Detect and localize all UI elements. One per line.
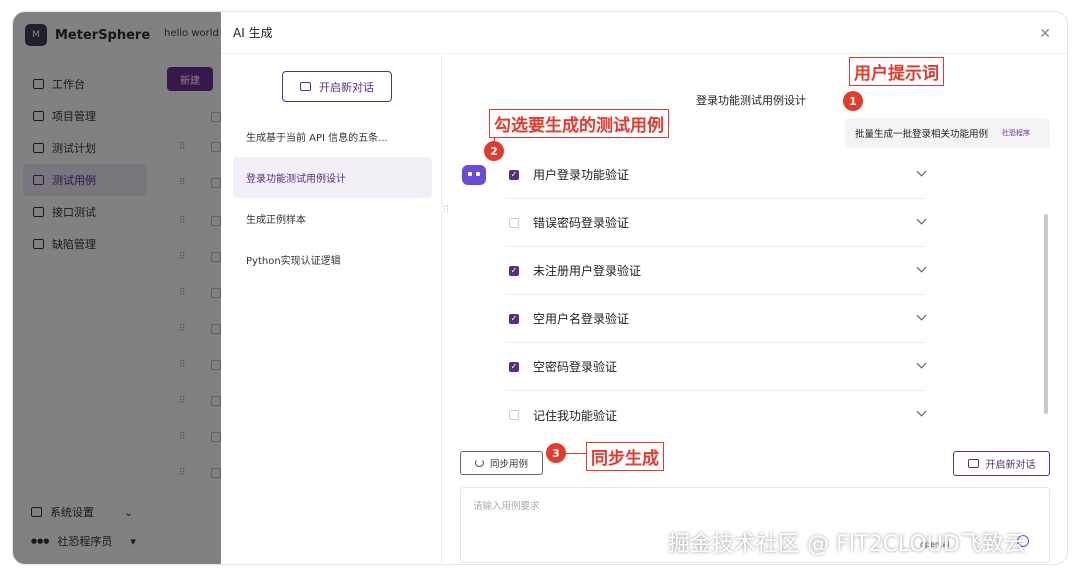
conversation-panel: 开启新对话 生成基于当前 API 信息的五条... 登录功能测试用例设计 生成正… xyxy=(221,54,442,564)
case-checkbox[interactable]: ✓ xyxy=(509,361,519,372)
user-prompt-text: 批量生成一批登录相关功能用例 xyxy=(855,129,989,140)
case-label: 空用户名登录验证 xyxy=(533,312,630,326)
chevron-down-icon[interactable] xyxy=(916,262,927,273)
case-label: 错误密码登录验证 xyxy=(533,216,630,230)
new-conversation-button[interactable]: 开启新对话 xyxy=(282,71,392,102)
case-item[interactable]: 错误密码登录验证 xyxy=(505,199,927,247)
sync-cases-label: 同步用例 xyxy=(489,459,528,470)
case-item[interactable]: ✓ 空密码登录验证 xyxy=(505,343,927,391)
sync-icon xyxy=(474,459,484,467)
case-item[interactable]: ✓ 空用户名登录验证 xyxy=(505,295,927,343)
annotation-leader-3 xyxy=(566,453,586,454)
chevron-down-icon[interactable] xyxy=(916,406,927,417)
case-label: 用户登录功能验证 xyxy=(533,168,630,182)
generated-case-list: ✓ 用户登录功能验证 错误密码登录验证 ✓ 未注册用户登录验证 ✓ 空用户名登录… xyxy=(505,151,927,439)
annotation-badge-2: 2 xyxy=(484,141,504,161)
sync-cases-button[interactable]: 同步用例 xyxy=(460,451,543,475)
annotation-badge-3: 3 xyxy=(546,443,566,463)
scrollbar[interactable] xyxy=(1044,214,1048,414)
case-item[interactable]: 记住我功能验证 xyxy=(505,391,927,439)
new-conversation-label: 开启新对话 xyxy=(985,460,1036,471)
screenshot-frame: M MeterSphere 工作台 项目管理 测试计划 测试用例 接口测试 缺陷… xyxy=(13,12,1067,564)
case-checkbox[interactable] xyxy=(509,410,519,420)
annotation-select-cases: 勾选要生成的测试用例 xyxy=(489,109,669,138)
conversation-list: 生成基于当前 API 信息的五条... 登录功能测试用例设计 生成正例样本 Py… xyxy=(233,116,432,280)
user-prompt-bubble: 批量生成一批登录相关功能用例 社恐程序 xyxy=(845,118,1050,148)
drawer-header: AI 生成 xyxy=(221,12,1067,54)
conversation-item-active[interactable]: 登录功能测试用例设计 xyxy=(233,157,432,198)
ai-bot-icon xyxy=(462,165,486,185)
close-icon[interactable]: ✕ xyxy=(1039,26,1051,42)
case-item[interactable]: ✓ 用户登录功能验证 xyxy=(505,151,927,199)
prompt-sender: 社恐程序 xyxy=(1002,129,1031,137)
chevron-down-icon[interactable] xyxy=(916,214,927,225)
annotation-badge-1: 1 xyxy=(843,91,863,111)
case-item[interactable]: ✓ 未注册用户登录验证 xyxy=(505,247,927,295)
chat-icon xyxy=(967,459,979,468)
case-checkbox[interactable]: ✓ xyxy=(509,265,519,276)
conversation-item[interactable]: 生成基于当前 API 信息的五条... xyxy=(233,116,432,157)
conversation-item[interactable]: 生成正例样本 xyxy=(233,198,432,239)
chat-title: 登录功能测试用例设计 xyxy=(696,94,806,107)
chevron-down-icon[interactable] xyxy=(916,166,927,177)
annotation-sync: 同步生成 xyxy=(586,442,664,471)
case-checkbox[interactable]: ✓ xyxy=(509,313,519,324)
new-conversation-button-bottom[interactable]: 开启新对话 xyxy=(953,451,1050,476)
input-placeholder: 请输入用例要求 xyxy=(473,501,540,512)
case-label: 记住我功能验证 xyxy=(533,408,618,423)
drawer-title: AI 生成 xyxy=(233,26,273,40)
case-label: 空密码登录验证 xyxy=(533,360,618,374)
chat-icon xyxy=(300,82,311,91)
chevron-down-icon[interactable] xyxy=(916,310,927,321)
case-label: 未注册用户登录验证 xyxy=(533,264,642,278)
watermark: 掘金技术社区 @ FIT2CLOUD飞致云 xyxy=(668,532,1026,557)
chevron-down-icon[interactable] xyxy=(916,358,927,369)
case-checkbox[interactable] xyxy=(509,217,519,228)
conversation-item[interactable]: Python实现认证逻辑 xyxy=(233,239,432,280)
ai-generate-drawer: AI 生成 ✕ 开启新对话 生成基于当前 API 信息的五条... 登录功能测试… xyxy=(221,12,1067,564)
case-checkbox[interactable]: ✓ xyxy=(509,169,519,180)
modal-overlay[interactable] xyxy=(13,12,221,564)
annotation-user-prompt: 用户提示词 xyxy=(849,57,944,86)
new-conversation-label: 开启新对话 xyxy=(319,80,374,94)
